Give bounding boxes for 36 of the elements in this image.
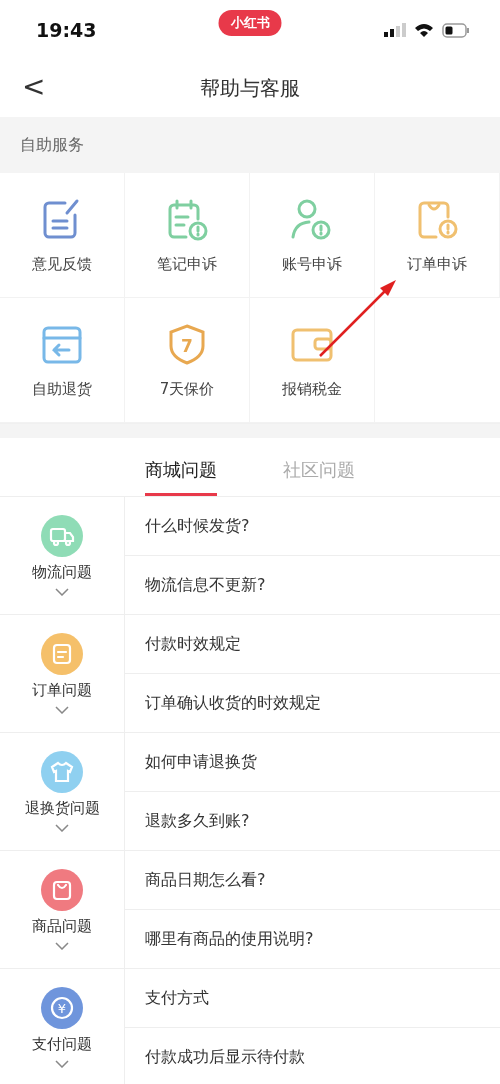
question-item[interactable]: 订单确认收货的时效规定 [125, 674, 500, 732]
service-tile[interactable]: 笔记申诉 [125, 173, 250, 298]
section-label: 自助服务 [0, 117, 500, 173]
question-item[interactable]: 付款时效规定 [125, 615, 500, 674]
category-item[interactable]: 订单问题 [0, 615, 125, 732]
chevron-down-icon [55, 1060, 69, 1068]
category-item[interactable]: 物流问题 [0, 497, 125, 614]
service-tile[interactable]: 账号申诉 [250, 173, 375, 298]
question-item[interactable]: 付款成功后显示待付款 [125, 1028, 500, 1084]
chevron-down-icon [55, 706, 69, 714]
chevron-down-icon [55, 588, 69, 596]
service-tile[interactable]: 报销税金 [250, 298, 375, 423]
question-item[interactable]: 哪里有商品的使用说明? [125, 910, 500, 968]
category-item[interactable]: 退换货问题 [0, 733, 125, 850]
yen-icon: ¥ [41, 987, 83, 1029]
question-item[interactable]: 什么时候发货? [125, 497, 500, 556]
question-item[interactable]: 物流信息不更新? [125, 556, 500, 614]
signal-icon [384, 23, 406, 37]
service-tile[interactable]: 自助退货 [0, 298, 125, 423]
category-item[interactable]: 商品问题 [0, 851, 125, 968]
chevron-down-icon [55, 942, 69, 950]
wifi-icon [414, 22, 434, 38]
question-item[interactable]: 支付方式 [125, 969, 500, 1028]
app-badge: 小红书 [218, 10, 282, 36]
service-tile[interactable]: 7 7天保价 [125, 298, 250, 423]
page-title: 帮助与客服 [200, 75, 300, 102]
battery-icon [442, 22, 470, 38]
question-item[interactable]: 如何申请退换货 [125, 733, 500, 792]
question-item[interactable]: 退款多久到账? [125, 792, 500, 850]
back-button[interactable]: < [16, 70, 52, 103]
question-item[interactable]: 商品日期怎么看? [125, 851, 500, 910]
category-item[interactable]: ¥ 支付问题 [0, 969, 125, 1084]
tab[interactable]: 商城问题 [145, 438, 217, 496]
chevron-down-icon [55, 824, 69, 832]
service-tile[interactable]: 意见反馈 [0, 173, 125, 298]
status-time: 19:43 [36, 19, 97, 41]
